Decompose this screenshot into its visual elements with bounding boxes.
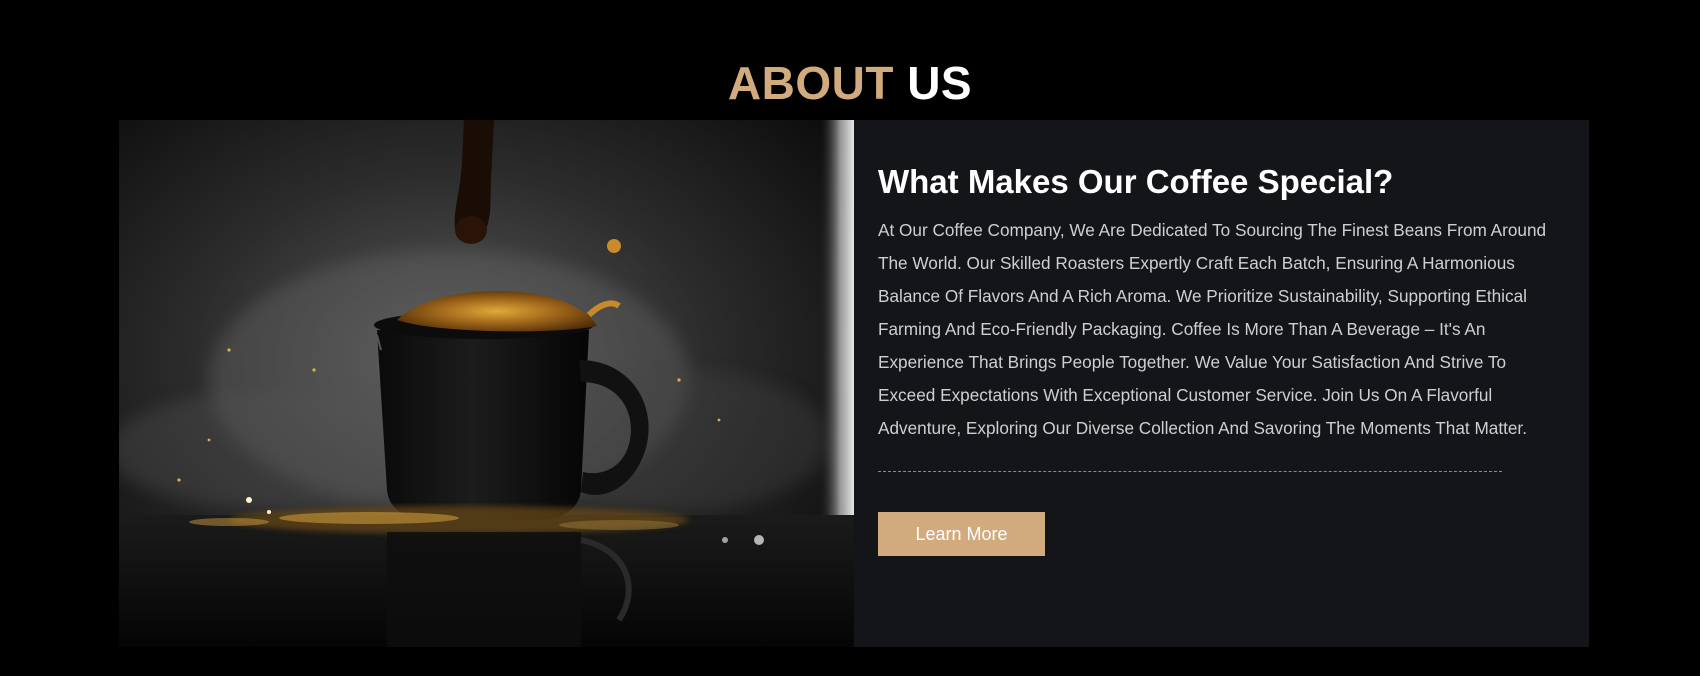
divider: [878, 471, 1502, 472]
section-title-rest: US: [907, 56, 973, 109]
about-description: At Our Coffee Company, We Are Dedicated …: [878, 220, 1547, 438]
coffee-cup-image: [119, 120, 854, 647]
about-card: What Makes Our Coffee Special? At Our Co…: [119, 120, 1589, 647]
about-content: What Makes Our Coffee Special? At Our Co…: [854, 120, 1589, 647]
learn-more-button[interactable]: Learn More: [878, 512, 1045, 556]
about-heading: What Makes Our Coffee Special?: [878, 163, 1394, 200]
section-title-accent: ABOUT: [727, 56, 894, 109]
section-title: ABOUT US: [0, 57, 1700, 109]
